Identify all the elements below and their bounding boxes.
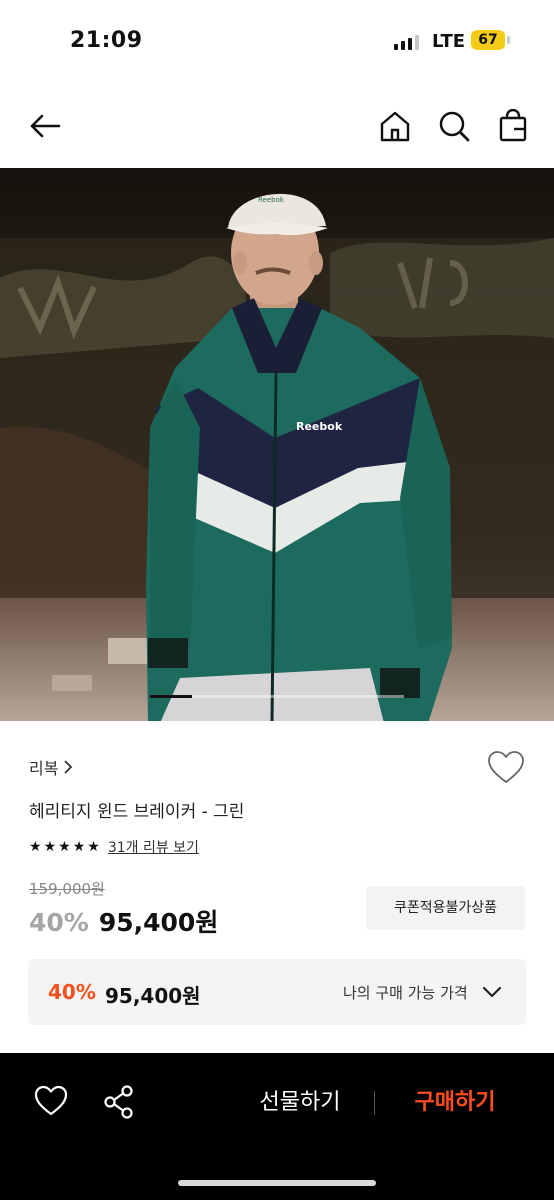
coupon-badge: 쿠폰적용불가상품	[366, 886, 525, 930]
home-button[interactable]	[377, 108, 413, 144]
gift-button[interactable]: 선물하기	[240, 1086, 360, 1120]
star-icon: ★	[87, 839, 100, 855]
action-divider	[374, 1091, 375, 1115]
image-pager	[150, 695, 404, 698]
back-button[interactable]	[27, 108, 63, 144]
signal-icon	[394, 34, 419, 50]
search-button[interactable]	[436, 108, 472, 144]
brand-name: 리복	[29, 759, 59, 778]
nav-bar	[0, 90, 554, 166]
product-image[interactable]: Reebok Reebok	[0, 168, 554, 721]
heart-outline-icon	[34, 1085, 68, 1116]
star-icon: ★	[29, 839, 42, 855]
jacket-logo: Reebok	[296, 420, 343, 433]
arrow-left-icon	[30, 114, 61, 138]
brand-link[interactable]: 리복	[29, 755, 74, 779]
wishlist-button[interactable]	[486, 750, 526, 786]
bottom-action-bar: 선물하기 구매하기	[0, 1053, 554, 1200]
bottom-wish-button[interactable]	[33, 1084, 69, 1120]
my-price-dropdown[interactable]: 40% 95,400원 나의 구매 가능 가격	[28, 959, 526, 1025]
status-time: 21:09	[70, 28, 143, 53]
my-discount-rate: 40%	[48, 980, 96, 1004]
my-price-label: 나의 구매 가능 가격	[343, 984, 468, 1002]
home-indicator	[178, 1180, 376, 1186]
buy-button[interactable]: 구매하기	[395, 1086, 515, 1120]
shopping-bag-icon	[499, 109, 527, 142]
review-link[interactable]: 31개 리뷰 보기	[108, 837, 199, 857]
sale-price: 95,400원	[98, 908, 219, 937]
star-icon: ★	[72, 839, 86, 855]
image-pager-active	[150, 695, 193, 698]
status-bar: 21:09 LTE 67	[0, 0, 554, 84]
heart-outline-icon	[488, 751, 524, 783]
share-button[interactable]	[101, 1084, 137, 1120]
product-name: 헤리티지 윈드 브레이커 - 그린	[29, 802, 245, 822]
star-icon: ★	[58, 839, 71, 855]
home-icon	[380, 111, 410, 142]
chevron-right-icon	[64, 760, 73, 774]
search-icon	[439, 111, 470, 142]
original-price: 159,000원	[29, 880, 105, 898]
battery-icon: 67	[471, 30, 505, 50]
my-price: 95,400원	[105, 984, 201, 1008]
battery-cap	[507, 36, 510, 44]
chevron-down-icon	[482, 986, 502, 998]
bag-button[interactable]	[495, 108, 531, 144]
star-icon: ★	[43, 839, 57, 855]
share-icon	[104, 1085, 133, 1119]
discount-rate: 40%	[29, 908, 89, 937]
price-row: 40% 95,400원	[29, 903, 218, 939]
network-label: LTE	[432, 31, 466, 52]
rating-row: ★ ★ ★ ★ ★ 31개 리뷰 보기	[29, 837, 199, 857]
cap-logo: Reebok	[258, 196, 285, 204]
product-photo: Reebok Reebok	[0, 168, 554, 721]
